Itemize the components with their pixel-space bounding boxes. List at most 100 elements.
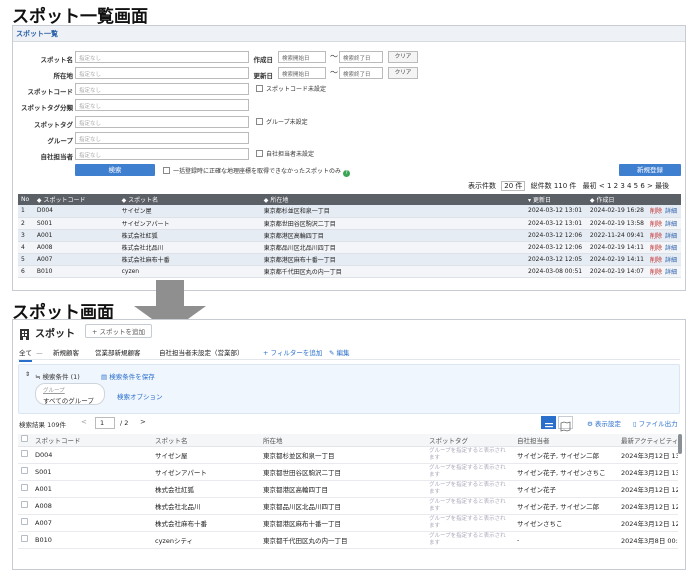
col-activity[interactable]: 最新アクティビティ [618, 434, 678, 447]
table-row[interactable]: A008 株式会社北品川 東京都品川区北品川四丁目 グループを指定すると表示され… [18, 497, 678, 515]
add-spot-button[interactable]: + スポットを追加 [85, 324, 153, 338]
assignee-input[interactable]: 指定なし [75, 148, 249, 160]
tab-unassigned-sales[interactable]: 自社担当者未設定（営業部） [159, 347, 244, 357]
checkbox-box[interactable] [163, 167, 170, 174]
row-address: 東京都品川区北品川四丁目 [260, 497, 426, 515]
unset-assignee-checkbox[interactable]: 自社担当者未設定 [256, 149, 314, 158]
prev-page-button[interactable]: < [81, 418, 87, 426]
delete-link[interactable]: 削除 [650, 257, 662, 264]
tab-menu-icon[interactable]: — [36, 349, 43, 357]
table-row[interactable]: 1 D004 サイゼン屋 東京都杉並区和泉一丁目 2024-03-12 13:0… [18, 205, 681, 218]
row-checkbox[interactable] [21, 501, 28, 508]
created-start-input[interactable]: 検索開始日 [278, 51, 326, 63]
table-row[interactable]: 4 A008 株式会社北品川 東京都品川区北品川四丁目 2024-03-12 1… [18, 241, 681, 254]
search-options-link[interactable]: 検索オプション [117, 391, 163, 401]
table-row[interactable]: 3 A001 株式会社紅狐 東京都港区高輪四丁目 2024-03-12 12:0… [18, 229, 681, 242]
col-address[interactable]: 所在地 [260, 434, 426, 447]
col-code[interactable]: スポットコード [32, 434, 152, 447]
row-address: 東京都世田谷区駒沢二丁目 [260, 463, 426, 481]
col-updated[interactable]: ▾ 更新日 [525, 194, 587, 205]
select-all-checkbox[interactable] [21, 435, 28, 443]
row-activity: 2024年3月12日 12:15 [618, 480, 678, 498]
unset-group-checkbox[interactable]: グループ未設定 [256, 117, 308, 126]
detail-link[interactable]: 詳細 [665, 257, 677, 264]
row-code: S001 [32, 463, 152, 481]
page-input[interactable]: 1 [95, 417, 115, 429]
col-address[interactable]: ◆ 所在地 [260, 194, 526, 205]
col-tags[interactable]: スポットタグ [426, 434, 514, 447]
table-row[interactable]: 5 A007 株式会社麻布十番 東京都港区麻布十番一丁目 2024-03-12 … [18, 253, 681, 266]
row-select-cell [18, 480, 32, 498]
filter-count[interactable]: ≒ 検索条件 (1) [35, 371, 80, 381]
updated-end-input[interactable]: 検索終了日 [339, 67, 383, 79]
pagination[interactable]: 最初 < 1 2 3 4 5 6 > 最後 [583, 182, 669, 190]
table-row[interactable]: A007 株式会社麻布十番 東京都港区麻布十番一丁目 グループを指定すると表示さ… [18, 514, 678, 532]
delete-link[interactable]: 削除 [650, 245, 662, 252]
table-row[interactable]: D004 サイゼン屋 東京都杉並区和泉一丁目 グループを指定すると表示されます … [18, 446, 678, 464]
row-checkbox[interactable] [21, 467, 28, 474]
col-created[interactable]: ◆ 作成日 [586, 194, 681, 205]
col-assignee[interactable]: 自社担当者 [514, 434, 618, 447]
delete-link[interactable]: 削除 [650, 208, 662, 215]
created-end-input[interactable]: 検索終了日 [339, 51, 383, 63]
col-no[interactable]: No [18, 194, 34, 205]
col-name[interactable]: スポット名 [152, 434, 260, 447]
row-code: A007 [33, 253, 119, 266]
checkbox-box[interactable] [256, 85, 263, 92]
row-tags: グループを指定すると表示されます [426, 531, 514, 549]
delete-link[interactable]: 削除 [650, 269, 662, 276]
per-page-select[interactable]: 20 件 [501, 181, 526, 191]
save-icon: ▤ [101, 373, 110, 381]
unset-code-checkbox[interactable]: スポットコード未設定 [256, 84, 326, 93]
row-checkbox[interactable] [21, 484, 28, 491]
spot-code-input[interactable]: 指定なし [75, 83, 249, 95]
row-name: cyzen [118, 265, 261, 278]
detail-link[interactable]: 詳細 [665, 245, 677, 252]
save-filter-link[interactable]: ▤ 検索条件を保存 [101, 371, 155, 381]
delete-link[interactable]: 削除 [650, 233, 662, 240]
detail-link[interactable]: 詳細 [665, 208, 677, 215]
help-icon[interactable]: ? [342, 170, 350, 177]
search-button[interactable]: 検索 [75, 164, 155, 176]
table-row[interactable]: B010 cyzenシティ 東京都千代田区丸の内一丁目 グループを指定すると表示… [18, 531, 678, 549]
table-scrollbar[interactable] [678, 434, 682, 454]
display-settings-button[interactable]: ⚙ 表示設定 [587, 418, 621, 428]
detail-link[interactable]: 詳細 [665, 221, 677, 228]
file-output-label: ファイル出力 [638, 420, 678, 428]
updated-start-input[interactable]: 検索開始日 [278, 67, 326, 79]
file-output-button[interactable]: ▯ ファイル出力 [633, 418, 678, 428]
expand-icon[interactable]: ⇕ [25, 371, 30, 378]
old-panel-header: スポット一覧 [13, 26, 685, 42]
edit-link[interactable]: ✎ 編集 [329, 347, 350, 357]
col-name[interactable]: ◆ スポット名 [118, 194, 261, 205]
created-clear-button[interactable]: クリア [388, 51, 418, 63]
row-checkbox[interactable] [21, 518, 28, 525]
row-updated: 2024-03-12 12:05 [525, 253, 587, 266]
col-code[interactable]: ◆ スポットコード [33, 194, 119, 205]
tab-new-customers[interactable]: 新規顧客 [53, 347, 79, 357]
group-selector[interactable]: グループ すべてのグループ [35, 383, 105, 405]
group-input[interactable]: 指定なし [75, 132, 249, 144]
detail-link[interactable]: 詳細 [665, 233, 677, 240]
row-checkbox[interactable] [21, 450, 28, 457]
table-row[interactable]: 6 B010 cyzen 東京都千代田区丸の内一丁目 2024-03-08 00… [18, 265, 681, 278]
updated-clear-button[interactable]: クリア [388, 67, 418, 79]
map-view-button[interactable] [558, 416, 573, 432]
checkbox-box[interactable] [256, 118, 263, 125]
tab-all[interactable]: 全て — [19, 347, 43, 362]
row-checkbox[interactable] [21, 535, 28, 542]
table-row[interactable]: 2 S001 サイゼンアパート 東京都世田谷区駒沢二丁目 2024-03-12 … [18, 217, 681, 230]
next-page-button[interactable]: > [140, 418, 146, 426]
detail-link[interactable]: 詳細 [665, 269, 677, 276]
add-filter-link[interactable]: + フィルターを追加 [263, 347, 322, 357]
checkbox-box[interactable] [256, 150, 263, 157]
table-row[interactable]: S001 サイゼンアパート 東京都世田谷区駒沢二丁目 グループを指定すると表示さ… [18, 463, 678, 481]
spot-tag-input[interactable]: 指定なし [75, 116, 249, 128]
new-register-button[interactable]: 新規登録 [619, 164, 681, 176]
tag-category-input[interactable]: 指定なし [75, 99, 249, 111]
list-view-button[interactable] [541, 416, 556, 431]
table-row[interactable]: A001 株式会社紅狐 東京都港区高輪四丁目 グループを指定すると表示されます … [18, 480, 678, 498]
delete-link[interactable]: 削除 [650, 221, 662, 228]
geo-check-checkbox[interactable]: 一括登録時に正確な地理座標を取得できなかったスポットのみ ? [163, 166, 350, 177]
tab-sales-new-customers[interactable]: 営業部新規顧客 [95, 347, 141, 357]
